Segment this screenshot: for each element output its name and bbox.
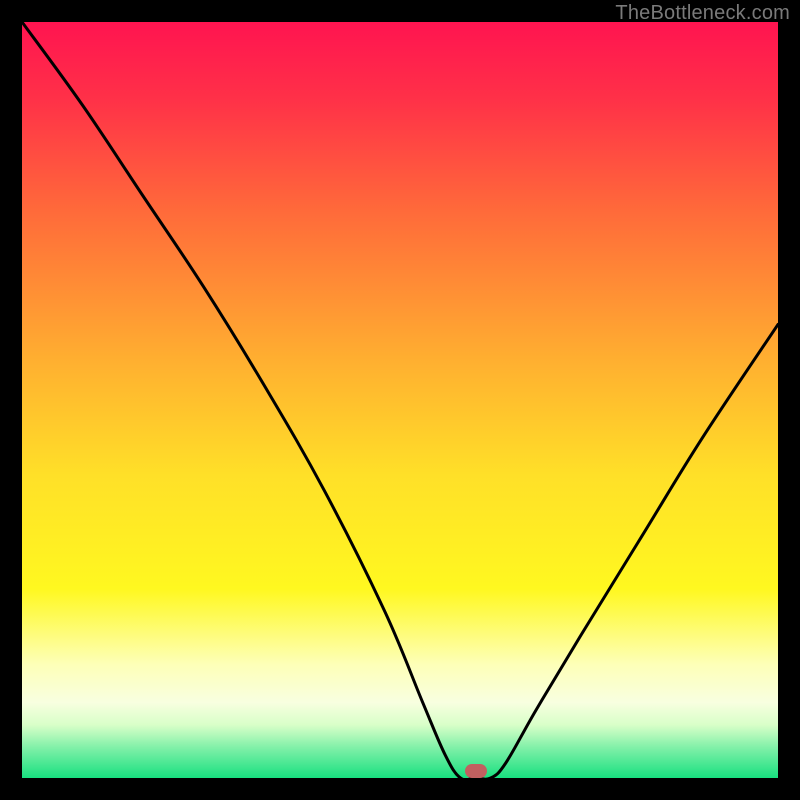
chart-frame: TheBottleneck.com — [0, 0, 800, 800]
plot-area — [22, 22, 778, 778]
watermark: TheBottleneck.com — [615, 2, 790, 25]
optimal-marker — [465, 764, 487, 778]
bottleneck-curve — [22, 22, 778, 778]
